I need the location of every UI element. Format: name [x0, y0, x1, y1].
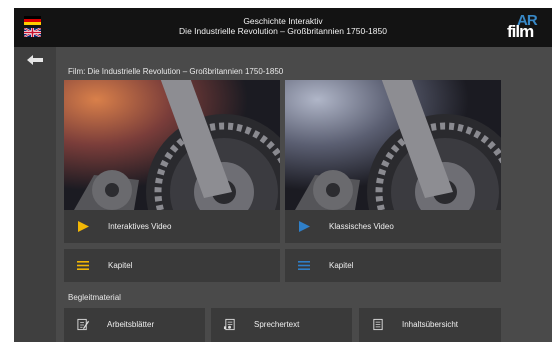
sidebar	[14, 47, 56, 342]
app-title: Geschichte Interaktiv Die Industrielle R…	[84, 16, 482, 36]
app-title-line-1: Geschichte Interaktiv	[243, 16, 323, 26]
classic-video-label: Klassisches Video	[329, 222, 394, 231]
header-bar: Geschichte Interaktiv Die Industrielle R…	[14, 8, 552, 47]
uk-flag-icon[interactable]	[24, 28, 41, 37]
edit-document-icon	[77, 318, 90, 331]
chapters-label-interactive: Kapitel	[108, 261, 133, 270]
german-flag-icon[interactable]	[24, 16, 41, 25]
list-icon	[77, 261, 89, 270]
video-thumbnail-classic[interactable]	[285, 80, 501, 210]
worksheets-button[interactable]: Arbeitsblätter	[64, 308, 205, 342]
content-overview-label: Inhaltsübersicht	[402, 320, 459, 329]
speaker-text-icon	[223, 318, 235, 331]
document-list-icon	[373, 318, 383, 331]
list-icon	[298, 261, 310, 270]
film-logo: AR film	[507, 12, 545, 41]
classic-video-button[interactable]: Klassisches Video	[285, 210, 501, 243]
chapters-button-classic[interactable]: Kapitel	[285, 249, 501, 282]
interactive-video-button[interactable]: Interaktives Video	[64, 210, 280, 243]
interactive-video-label: Interaktives Video	[108, 222, 172, 231]
back-arrow-icon[interactable]	[26, 53, 44, 65]
content-overview-button[interactable]: Inhaltsübersicht	[359, 308, 501, 342]
worksheets-label: Arbeitsblätter	[107, 320, 155, 329]
film-title: Film: Die Industrielle Revolution – Groß…	[68, 67, 284, 76]
play-icon	[299, 221, 310, 232]
chapters-button-interactive[interactable]: Kapitel	[64, 249, 280, 282]
chapters-label-classic: Kapitel	[329, 261, 354, 270]
play-icon	[78, 221, 89, 232]
logo-text: film	[507, 22, 534, 41]
narration-text-button[interactable]: Sprechertext	[211, 308, 352, 342]
video-thumbnail-interactive[interactable]	[64, 80, 280, 210]
narration-text-label: Sprechertext	[254, 320, 300, 329]
app-window: Geschichte Interaktiv Die Industrielle R…	[14, 8, 552, 342]
app-title-line-2: Die Industrielle Revolution – Großbritan…	[179, 26, 387, 36]
accompanying-material-heading: Begleitmaterial	[68, 293, 121, 302]
